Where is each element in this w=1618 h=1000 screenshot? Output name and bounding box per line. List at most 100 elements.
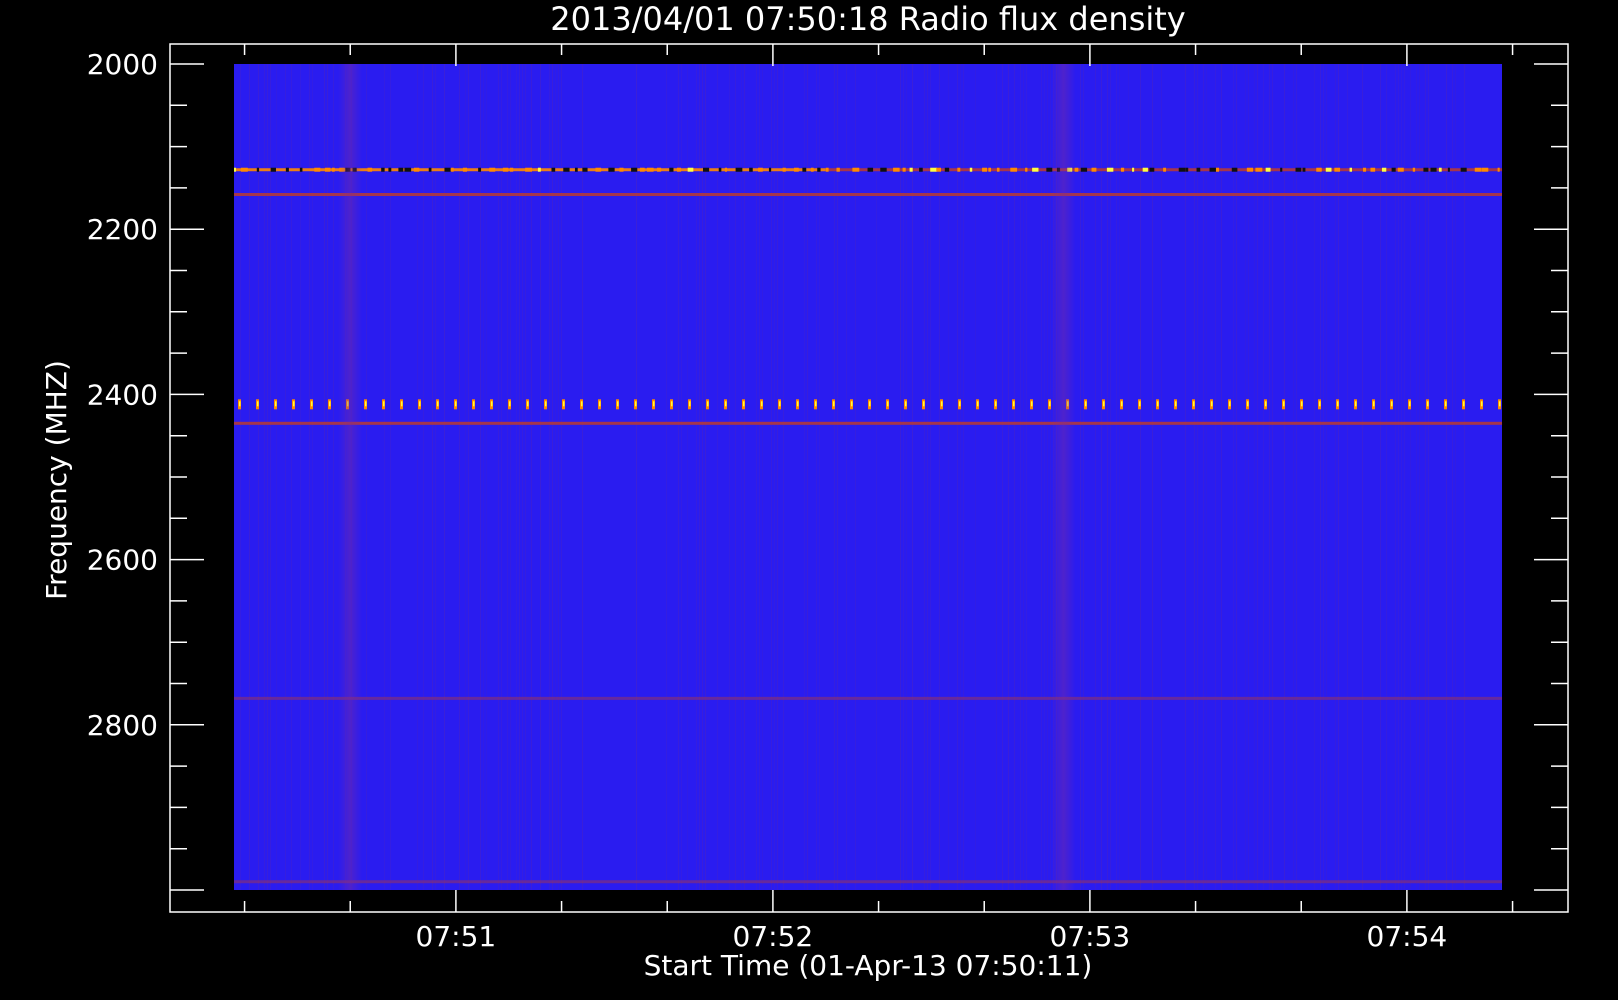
texture-streak xyxy=(384,64,385,890)
texture-streak xyxy=(1014,64,1015,890)
band-speckle xyxy=(836,167,840,172)
texture-streak xyxy=(846,64,847,890)
y-tick-label: 2600 xyxy=(87,544,158,577)
texture-streak xyxy=(930,64,931,890)
texture-streak xyxy=(963,64,964,890)
band-speckle xyxy=(1209,167,1216,172)
texture-streak xyxy=(1152,64,1153,890)
texture-streak xyxy=(1050,64,1051,890)
band-speckle xyxy=(381,167,385,172)
burst-spot-core xyxy=(653,401,655,407)
band-speckle xyxy=(957,167,961,172)
band-speckle xyxy=(502,167,509,172)
texture-streak xyxy=(741,64,742,890)
burst-spot-core xyxy=(1085,401,1087,407)
burst-spot-core xyxy=(473,401,475,407)
texture-streak xyxy=(906,64,907,890)
band-speckle xyxy=(1255,167,1263,172)
burst-spot-core xyxy=(689,401,691,407)
texture-streak xyxy=(771,64,772,890)
texture-streak xyxy=(1083,64,1084,890)
burst-spot-core xyxy=(725,401,727,407)
texture-streak xyxy=(1398,64,1399,890)
texture-streak xyxy=(816,64,817,890)
band-speckle xyxy=(1265,167,1271,172)
texture-streak xyxy=(1119,64,1120,890)
band-speckle xyxy=(582,167,588,172)
band-speckle xyxy=(285,167,289,172)
x-tick-label: 07:51 xyxy=(416,920,497,953)
spectrogram-chart: 2013/04/01 07:50:18 Radio flux density 2… xyxy=(40,0,1569,982)
band-speckle xyxy=(944,167,950,172)
band-speckle xyxy=(1196,167,1201,172)
texture-streak xyxy=(522,64,523,890)
band-speckle xyxy=(1412,167,1416,172)
burst-spot-core xyxy=(1229,401,1231,407)
band-speckle xyxy=(1149,167,1155,172)
band-speckle xyxy=(314,167,321,172)
burst-spot-core xyxy=(581,401,583,407)
texture-streak xyxy=(270,64,271,890)
texture-streak xyxy=(1416,64,1417,890)
texture-streak xyxy=(468,64,469,890)
burst-spot-core xyxy=(311,401,313,407)
texture-streak xyxy=(1446,64,1447,890)
texture-streak xyxy=(1026,64,1027,890)
band-speckle xyxy=(1091,167,1097,172)
texture-streak xyxy=(1314,64,1315,890)
burst-spot-core xyxy=(779,401,781,407)
texture-streak xyxy=(702,64,703,890)
texture-streak xyxy=(960,64,961,890)
band-speckle xyxy=(657,167,662,172)
burst-spot-core xyxy=(401,401,403,407)
band-speckle xyxy=(852,167,860,172)
texture-streak xyxy=(510,64,511,890)
band-speckle xyxy=(1481,167,1489,172)
x-tick-label: 07:54 xyxy=(1367,920,1448,953)
band-speckle xyxy=(299,167,303,172)
texture-streak xyxy=(1395,64,1396,890)
texture-streak xyxy=(1380,64,1381,890)
texture-streak xyxy=(1272,64,1273,890)
texture-streak xyxy=(1320,64,1321,890)
texture-streak xyxy=(1269,64,1270,890)
texture-streak xyxy=(444,64,445,890)
texture-streak xyxy=(519,64,520,890)
band-speckle xyxy=(1447,167,1450,172)
band-speckle xyxy=(234,167,237,172)
texture-streak xyxy=(681,64,682,890)
band-speckle xyxy=(735,167,743,172)
burst-spot-core xyxy=(671,401,673,407)
texture-streak xyxy=(696,64,697,890)
y-tick-label: 2000 xyxy=(87,48,158,81)
texture-streak xyxy=(678,64,679,890)
texture-streak xyxy=(249,64,250,890)
band-speckle xyxy=(1032,167,1039,172)
texture-streak xyxy=(423,64,424,890)
texture-streak xyxy=(807,64,808,890)
texture-streak xyxy=(1326,64,1327,890)
burst-spot-core xyxy=(1355,401,1357,407)
band-speckle xyxy=(1106,167,1114,172)
texture-streak xyxy=(525,64,526,890)
band-speckle xyxy=(1120,167,1125,172)
band-speckle xyxy=(1316,167,1322,172)
band-speckle xyxy=(608,167,615,172)
band-speckle xyxy=(749,167,753,172)
texture-streak xyxy=(501,64,502,890)
texture-streak xyxy=(285,64,286,890)
burst-spot-core xyxy=(329,401,331,407)
band-speckle xyxy=(537,167,541,172)
burst-spot-core xyxy=(293,401,295,407)
band-speckle xyxy=(444,167,451,172)
chart-title: 2013/04/01 07:50:18 Radio flux density xyxy=(550,0,1185,38)
burst-spot-core xyxy=(1283,401,1285,407)
texture-streak xyxy=(1215,64,1216,890)
texture-streak xyxy=(1128,64,1129,890)
texture-streak xyxy=(480,64,481,890)
texture-streak xyxy=(1263,64,1264,890)
band-speckle xyxy=(646,167,654,172)
burst-spot-core xyxy=(1391,401,1393,407)
band-speckle xyxy=(1370,167,1376,172)
texture-streak xyxy=(300,64,301,890)
